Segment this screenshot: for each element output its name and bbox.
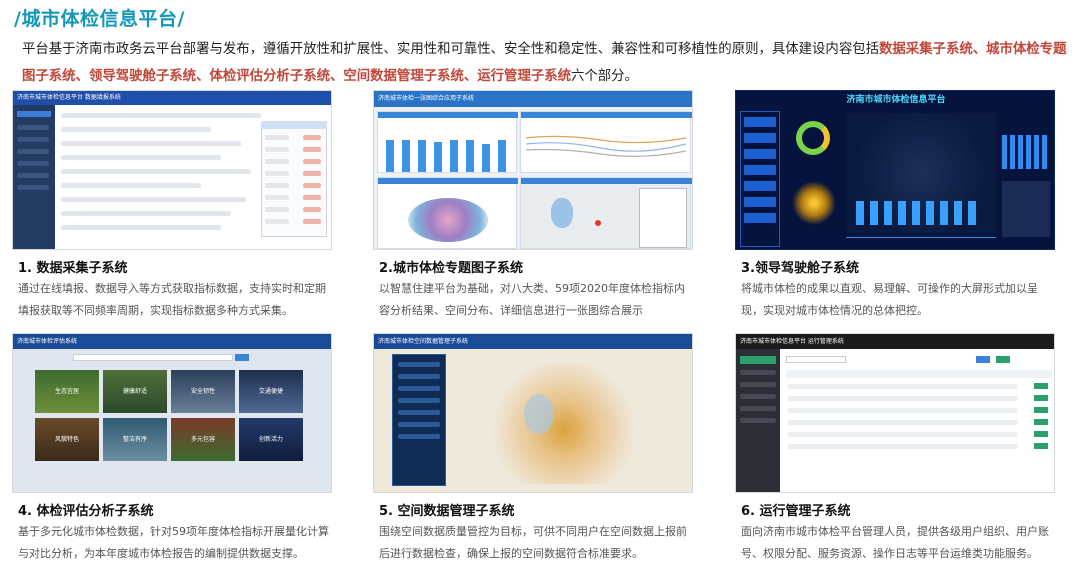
card-description: 基于多元化城市体检数据，针对59项年度体检指标开展量化计算与对比分析，为本年度城… [18, 525, 329, 560]
card-title: 5. 空间数据管理子系统 [379, 504, 515, 519]
page-title: /城市体检信息平台/ [14, 8, 185, 30]
card-title: 4. 体检评估分析子系统 [18, 504, 154, 519]
tile-label[interactable]: 交通便捷 [239, 370, 303, 413]
card-description: 面向济南市城市体检平台管理人员，提供各级用户组织、用户账号、权限分配、服务资源、… [741, 525, 1049, 560]
tile-label[interactable]: 整洁有序 [103, 418, 167, 461]
card-title: 1. 数据采集子系统 [18, 261, 128, 276]
screen-title-bar: 济南市城市体检信息平台 数据填报系统 [13, 91, 331, 105]
screenshot-thematic-map: 济南城市体检一张图综合应用子系统 [373, 90, 693, 250]
card-title: 6. 运行管理子系统 [741, 504, 851, 519]
tile-label[interactable]: 创新活力 [239, 418, 303, 461]
screen-title-bar: 济南城市体检一张图综合应用子系统 [374, 91, 692, 107]
screenshot-spatial-data: 济南城市体检空间数据管理子系统 [373, 333, 693, 493]
screen-title-bar: 济南城市体检空间数据管理子系统 [374, 334, 692, 349]
tile-label[interactable]: 生态宜居 [35, 370, 99, 413]
screen-title-bar: 济南市城市体检信息平台 运行管理系统 [736, 334, 1054, 349]
card-title: 3.领导驾驶舱子系统 [741, 261, 859, 276]
card-description: 通过在线填报、数据导入等方式获取指标数据，支持实时和定期填报获取等不同频率周期，… [18, 282, 326, 317]
tile-label[interactable]: 安全韧性 [171, 370, 235, 413]
tile-label[interactable]: 健康舒适 [103, 370, 167, 413]
intro-paragraph: 平台基于济南市政务云平台部署与发布，遵循开放性和扩展性、实用性和可靠性、安全性和… [22, 36, 1068, 90]
intro-prefix: 平台基于济南市政务云平台部署与发布，遵循开放性和扩展性、实用性和可靠性、安全性和… [22, 42, 879, 57]
screenshot-evaluation-analysis: 济南城市体检评估系统 生态宜居 健康舒适 安全韧性 交通便捷 风貌特色 整洁有序… [12, 333, 332, 493]
card-description: 以智慧住建平台为基础，对八大类、59项2020年度体检指标内容分析结果、空间分布… [379, 282, 685, 317]
screenshot-data-collection: 济南市城市体检信息平台 数据填报系统 [12, 90, 332, 250]
tile-label[interactable]: 风貌特色 [35, 418, 99, 461]
card-title: 2.城市体检专题图子系统 [379, 261, 523, 276]
screen-title: 济南市城市体检信息平台 [846, 95, 946, 105]
intro-suffix: 六个部分。 [571, 69, 638, 84]
screen-title-bar: 济南城市体检评估系统 [13, 334, 331, 349]
card-description: 围绕空间数据质量管控为目标，可供不同用户在空间数据上报前后进行数据检查，确保上报… [379, 525, 687, 560]
screenshot-leader-cockpit: 济南市城市体检信息平台 [735, 90, 1055, 250]
tile-label[interactable]: 多元包容 [171, 418, 235, 461]
card-description: 将城市体检的成果以直观、易理解、可操作的大屏形式加以呈现，实现对城市体检情况的总… [741, 282, 1038, 317]
screenshot-operations: 济南市城市体检信息平台 运行管理系统 [735, 333, 1055, 493]
